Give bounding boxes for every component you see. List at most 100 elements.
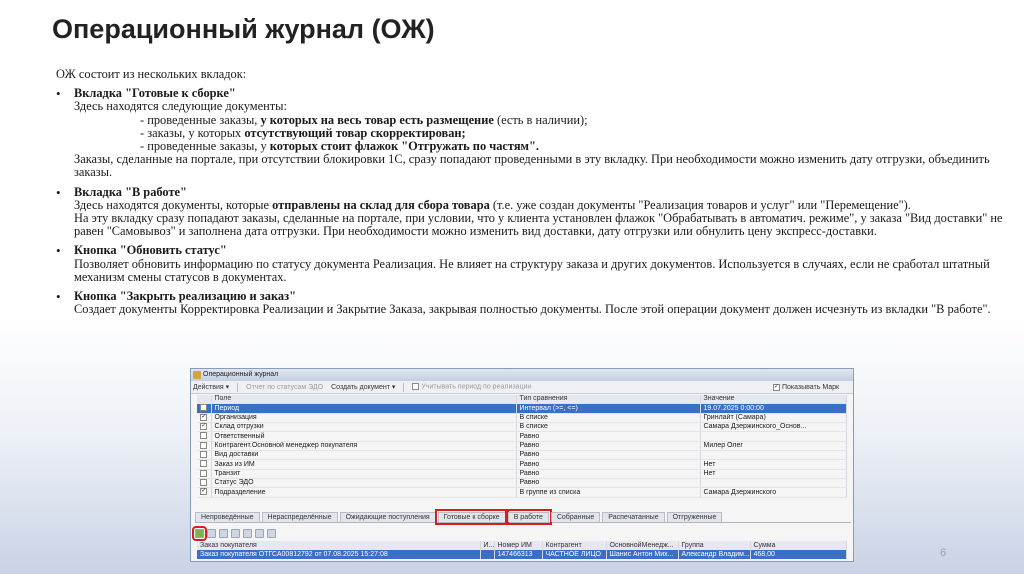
checkbox-icon[interactable] bbox=[200, 451, 208, 459]
tab-7[interactable]: Распечатанные bbox=[602, 512, 665, 522]
filter-row[interactable]: ✓ Организация В списке Гринлайт (Самара) bbox=[197, 413, 847, 424]
filter-cell-cmp[interactable]: В списке bbox=[516, 422, 701, 433]
filter-cell-field[interactable]: Организация bbox=[211, 413, 517, 424]
tab-3[interactable]: Ожидающие поступления bbox=[339, 512, 436, 522]
checkbox-icon[interactable] bbox=[200, 441, 208, 449]
filter-cell-field[interactable]: Подразделение bbox=[211, 487, 517, 498]
column-header[interactable]: Тип сравнения bbox=[516, 395, 701, 405]
checkbox-icon[interactable] bbox=[200, 469, 208, 477]
filter-cell-value[interactable] bbox=[700, 478, 847, 489]
column-header[interactable]: Группа bbox=[678, 541, 751, 550]
filter-cell-value[interactable]: Гринлайт (Самара) bbox=[700, 413, 847, 424]
filter-cell-value[interactable] bbox=[700, 450, 847, 461]
filter-cell-field[interactable]: Заказ из ИМ bbox=[211, 459, 517, 470]
checkbox-checked-icon[interactable]: ✓ bbox=[200, 423, 208, 431]
filter-cell-value[interactable] bbox=[700, 431, 847, 442]
settings-icon[interactable] bbox=[267, 528, 276, 538]
filter-cell-value[interactable]: Нет bbox=[700, 469, 847, 480]
edo-report-button[interactable]: Отчет по статусам ЭДО bbox=[246, 384, 323, 391]
create-document-menu[interactable]: Создать документ ▾ bbox=[331, 383, 395, 391]
checkbox-checked-icon[interactable]: ✓ bbox=[200, 413, 208, 421]
close-realization-icon[interactable] bbox=[207, 528, 216, 538]
table-cell[interactable]: 147466313 bbox=[494, 550, 543, 559]
filter-cell-cmp[interactable]: Интервал (>=, <=) bbox=[516, 403, 701, 414]
filter-cell-value[interactable]: Самара Дзержинского bbox=[700, 487, 847, 498]
filter-cell-cmp[interactable]: Равно bbox=[516, 441, 701, 452]
filter-row[interactable]: Статус ЭДО Равно bbox=[197, 478, 847, 489]
filter-cell-value[interactable]: Нет bbox=[700, 459, 847, 470]
tab-4[interactable]: Готовые к сборке bbox=[434, 509, 509, 525]
column-header[interactable]: Номер ИМ bbox=[494, 541, 543, 550]
tab-8[interactable]: Отгруженные bbox=[666, 512, 723, 522]
section-ready-to-assemble: Вкладка "Готовые к сборке" Здесь находят… bbox=[56, 87, 1022, 180]
filter-cell-value[interactable]: Милер Олег bbox=[700, 441, 847, 452]
filter-row[interactable]: ✓ Склад отгрузки В списке Самара Дзержинско… bbox=[197, 422, 847, 433]
filter-cell-field[interactable]: Склад отгрузки bbox=[211, 422, 517, 433]
checkbox-icon[interactable] bbox=[200, 479, 208, 487]
checkbox-icon[interactable] bbox=[200, 432, 208, 440]
filter-cell-cmp[interactable]: Равно bbox=[516, 459, 701, 470]
section-update-status: Кнопка "Обновить статус" Позволяет обнов… bbox=[56, 244, 1022, 284]
column-header[interactable]: Заказ покупателя bbox=[197, 541, 481, 550]
checkbox-checked-icon[interactable]: ✓ bbox=[773, 383, 780, 391]
filter-row[interactable]: Вид доставки Равно bbox=[197, 450, 847, 461]
checkbox-icon[interactable] bbox=[412, 383, 420, 391]
filter-row[interactable]: Транзит Равно Нет bbox=[197, 469, 847, 480]
filter-row[interactable]: Заказ из ИМ Равно Нет bbox=[197, 459, 847, 470]
filter-cell-cmp[interactable]: В списке bbox=[516, 413, 701, 424]
column-header[interactable] bbox=[197, 395, 212, 405]
column-header[interactable]: Поле bbox=[211, 395, 517, 405]
filter-cell-field[interactable]: Ответственный bbox=[211, 431, 517, 442]
column-header[interactable]: Значение bbox=[700, 395, 847, 405]
consider-period-option[interactable]: Учитывать период по реализации bbox=[412, 383, 531, 391]
column-header[interactable]: Сумма bbox=[750, 541, 847, 550]
filter-row[interactable]: ✓ Подразделение В группе из списка Самара Д… bbox=[197, 487, 847, 498]
copy-icon[interactable] bbox=[231, 528, 240, 538]
filter-cell-field[interactable]: Вид доставки bbox=[211, 450, 517, 461]
table-cell[interactable]: Александр Владим... bbox=[678, 550, 751, 559]
filter-cell-cmp[interactable]: Равно bbox=[516, 469, 701, 480]
filter-cell-field[interactable]: Период bbox=[211, 403, 517, 414]
checkbox-checked-icon[interactable]: ✓ bbox=[200, 488, 208, 496]
tab-6[interactable]: Собранные bbox=[550, 512, 601, 522]
slide-content: ОЖ состоит из нескольких вкладок: Вкладк… bbox=[56, 67, 1022, 322]
filter-icon[interactable] bbox=[243, 528, 252, 538]
actions-menu[interactable]: Действия ▾ bbox=[193, 383, 229, 391]
filter-cell-value[interactable]: Самара Дзержинского_Основ... bbox=[700, 422, 847, 433]
section-text: Заказы, сделанные на портале, при отсутс… bbox=[74, 152, 990, 180]
filter-row[interactable]: Ответственный Равно bbox=[197, 431, 847, 442]
section-close-realization: Кнопка "Закрыть реализацию и заказ" Созд… bbox=[56, 289, 1022, 316]
filter-cell-cmp[interactable]: В группе из списка bbox=[516, 487, 701, 498]
edit-icon[interactable] bbox=[219, 528, 228, 538]
table-cell[interactable] bbox=[480, 550, 495, 559]
filter-cell-cmp[interactable]: Равно bbox=[516, 450, 701, 461]
show-mark-option[interactable]: ✓ Показывать Марк bbox=[773, 381, 839, 394]
checkbox-checked-icon[interactable]: ✓ bbox=[200, 404, 208, 412]
filter-cell-value[interactable]: 19.07.2025 0:00:00 bbox=[700, 403, 847, 414]
table-cell[interactable]: ЧАСТНОЕ ЛИЦО bbox=[542, 550, 607, 559]
tab-5[interactable]: В работе bbox=[504, 509, 552, 525]
print-icon[interactable] bbox=[255, 528, 264, 538]
filter-cell-field[interactable]: Статус ЭДО bbox=[211, 478, 517, 489]
section-in-work: Вкладка "В работе" Здесь находятся докум… bbox=[56, 185, 1022, 239]
tab-1[interactable]: Непроведённые bbox=[195, 512, 260, 522]
column-header[interactable]: ОсновнойМенедж... bbox=[606, 541, 679, 550]
filter-row[interactable]: Контрагент.Основной менеджер покупателя Р… bbox=[197, 441, 847, 452]
filter-row[interactable]: ✓ Период Интервал (>=, <=) 19.07.2025 0:00:… bbox=[197, 403, 847, 414]
filter-cell-cmp[interactable]: Равно bbox=[516, 478, 701, 489]
tab-2[interactable]: Нераспределённые bbox=[261, 512, 338, 522]
section-title: Кнопка "Обновить статус" bbox=[74, 243, 227, 258]
filter-cell-field[interactable]: Контрагент.Основной менеджер покупателя bbox=[211, 441, 517, 452]
table-cell[interactable]: 468,00 bbox=[750, 550, 847, 559]
table-row[interactable]: Заказ покупателя ОТГСА00812792 от 07.08.… bbox=[197, 550, 847, 559]
filter-cell-field[interactable]: Транзит bbox=[211, 469, 517, 480]
filter-table: Поле Тип сравнения Значение ✓ Период Интер… bbox=[197, 395, 847, 498]
column-header[interactable]: Контрагент bbox=[542, 541, 607, 550]
update-status-icon[interactable] bbox=[192, 525, 207, 541]
filter-cell-cmp[interactable]: Равно bbox=[516, 431, 701, 442]
journal-window-screenshot: Операционный журнал Действия ▾ Отчет по … bbox=[190, 368, 854, 562]
table-cell[interactable]: Шанис Антон Мих... bbox=[606, 550, 679, 559]
checkbox-icon[interactable] bbox=[200, 460, 208, 468]
column-header[interactable]: И... bbox=[480, 541, 495, 550]
table-cell[interactable]: Заказ покупателя ОТГСА00812792 от 07.08.… bbox=[197, 550, 481, 559]
